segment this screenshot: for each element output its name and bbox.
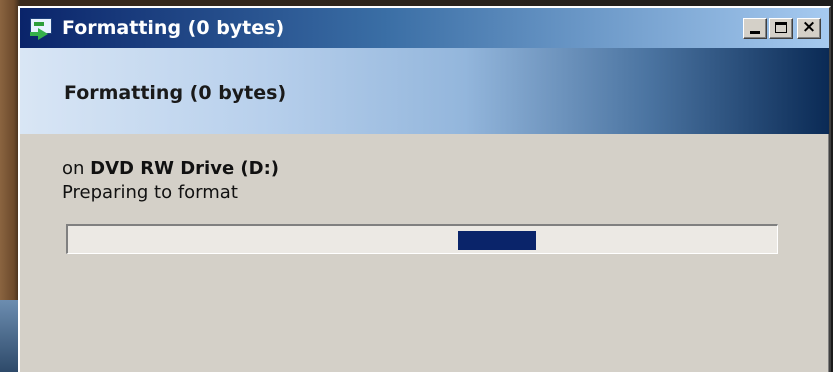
location-prefix: on: [62, 158, 91, 179]
window-title: Formatting (0 bytes): [62, 17, 285, 39]
progress-bar: [66, 224, 778, 254]
target-location: on DVD RW Drive (D:): [62, 158, 279, 179]
progress-marquee-chunk: [458, 231, 536, 250]
format-progress-dialog: Formatting (0 bytes) × Formatting (0 byt…: [18, 6, 831, 372]
drive-name: DVD RW Drive (D:): [90, 158, 280, 179]
dialog-body: on DVD RW Drive (D:) Preparing to format: [20, 134, 829, 372]
header-banner: Formatting (0 bytes): [20, 48, 829, 134]
desktop-edge: [0, 300, 18, 372]
close-icon: ×: [801, 17, 817, 37]
status-text: Preparing to format: [62, 182, 238, 203]
window-controls: ×: [743, 17, 821, 39]
minimize-button[interactable]: [743, 18, 767, 39]
minimize-icon: [750, 31, 760, 34]
close-button[interactable]: ×: [797, 17, 821, 39]
format-drive-icon: [28, 16, 58, 40]
maximize-icon: [775, 22, 787, 33]
header-title: Formatting (0 bytes): [64, 82, 287, 104]
title-bar[interactable]: Formatting (0 bytes) ×: [20, 8, 829, 48]
maximize-button[interactable]: [769, 18, 793, 39]
